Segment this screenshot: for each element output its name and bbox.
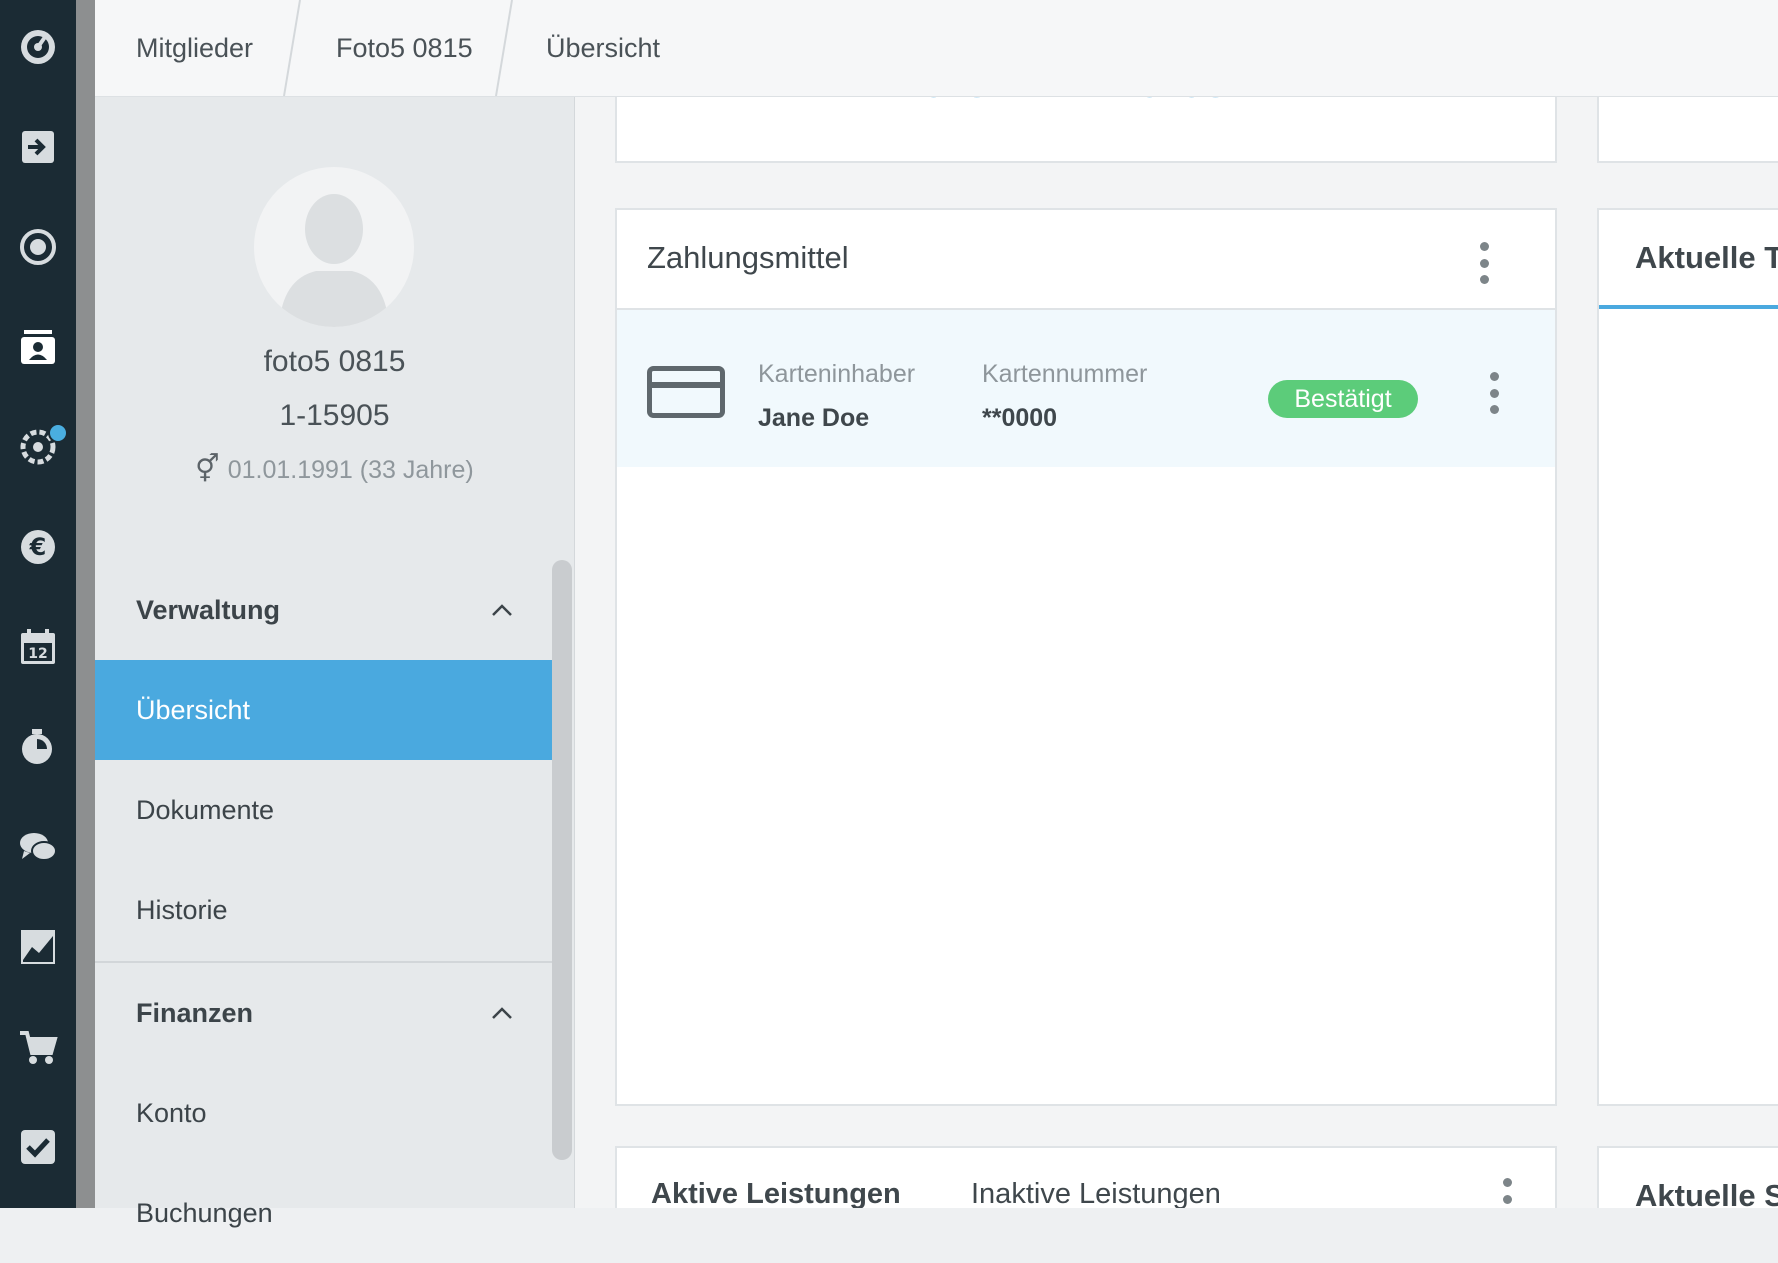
nav-item-label: Übersicht bbox=[136, 694, 251, 725]
tab-inactive-services[interactable]: Inaktive Leistungen bbox=[971, 1178, 1221, 1208]
breadcrumb-member-name[interactable]: Foto5 0815 bbox=[336, 0, 473, 96]
breadcrumb-members[interactable]: Mitglieder bbox=[136, 0, 253, 96]
main-content: AUFGABE HINZUFÜGEN Zahlungsmittel Karten… bbox=[575, 97, 1778, 1208]
breadcrumb: Mitglieder Foto5 0815 Übersicht bbox=[95, 0, 1778, 97]
row-more-options-icon[interactable] bbox=[1484, 372, 1504, 414]
sidebar-scrollbar[interactable] bbox=[552, 560, 572, 1160]
timer-icon[interactable] bbox=[0, 717, 76, 777]
notification-dot bbox=[48, 423, 68, 443]
right-card-title: Aktuelle Te bbox=[1635, 240, 1778, 275]
record-icon[interactable] bbox=[0, 217, 76, 277]
card-holder-value: Jane Doe bbox=[758, 404, 870, 432]
card-title: Zahlungsmittel bbox=[647, 240, 849, 275]
avatar bbox=[254, 167, 414, 327]
breadcrumb-current: Übersicht bbox=[546, 33, 661, 63]
nav-item-konto[interactable]: Konto bbox=[95, 1063, 552, 1163]
active-tab-underline bbox=[1599, 305, 1778, 309]
services-card: Aktive Leistungen Inaktive Leistungen bbox=[615, 1146, 1557, 1208]
birthdate-text: 01.01.1991 (33 Jahre) bbox=[227, 456, 474, 484]
payment-methods-card: Zahlungsmittel Karteninhaber Jane Doe Ka… bbox=[615, 208, 1557, 1106]
card-number-value: **0000 bbox=[982, 404, 1058, 432]
app-nav-rail: € 12 bbox=[0, 0, 76, 1208]
status-badge: Bestätigt bbox=[1268, 380, 1418, 418]
nav-section-verwaltung[interactable]: Verwaltung bbox=[95, 560, 552, 660]
nav-section-finanzen[interactable]: Finanzen bbox=[95, 963, 552, 1063]
euro-icon[interactable]: € bbox=[0, 517, 76, 577]
checkbox-icon[interactable] bbox=[0, 1117, 76, 1177]
gender-icon: ⚥ bbox=[195, 454, 220, 484]
svg-text:€: € bbox=[29, 533, 47, 561]
rail-scrollbar[interactable] bbox=[76, 0, 95, 1208]
card-number-label: Kartennummer bbox=[982, 360, 1148, 388]
nav-item-label: Dokumente bbox=[136, 794, 275, 825]
nav-item-uebersicht[interactable]: Übersicht bbox=[95, 660, 552, 760]
services-more-options-icon[interactable] bbox=[1497, 1178, 1517, 1208]
breadcrumb-separator bbox=[283, 0, 301, 96]
tasks-card: AUFGABE HINZUFÜGEN bbox=[615, 97, 1557, 163]
svg-text:12: 12 bbox=[28, 646, 47, 662]
members-icon[interactable] bbox=[0, 317, 76, 377]
credit-card-icon bbox=[647, 366, 725, 418]
chevron-up-icon bbox=[492, 1007, 512, 1019]
tab-active-services[interactable]: Aktive Leistungen bbox=[651, 1178, 901, 1208]
nav-item-historie[interactable]: Historie bbox=[95, 860, 552, 960]
card-holder-label: Karteninhaber bbox=[758, 360, 916, 388]
profile-sidebar: foto5 0815 1-15905 ⚥ 01.01.1991 (33 Jahre… bbox=[95, 97, 575, 1228]
member-name: foto5 0815 bbox=[263, 345, 406, 378]
payment-method-row[interactable]: Karteninhaber Jane Doe Kartennummer **00… bbox=[617, 310, 1555, 467]
avatar-placeholder-icon bbox=[279, 194, 389, 327]
member-birthdate: ⚥ 01.01.1991 (33 Jahre) bbox=[95, 454, 574, 485]
cart-icon[interactable] bbox=[0, 1017, 76, 1077]
nav-item-dokumente[interactable]: Dokumente bbox=[95, 760, 552, 860]
calendar-icon[interactable]: 12 bbox=[0, 617, 76, 677]
gears-icon[interactable] bbox=[0, 417, 76, 477]
chat-icon[interactable] bbox=[0, 817, 76, 877]
right-bottom-title: Aktuelle St bbox=[1635, 1178, 1778, 1208]
chart-icon[interactable] bbox=[0, 917, 76, 977]
right-top-card bbox=[1597, 97, 1778, 163]
right-bottom-card: Aktuelle St bbox=[1597, 1146, 1778, 1208]
nav-section-label: Verwaltung bbox=[136, 594, 281, 625]
dashboard-icon[interactable] bbox=[0, 17, 76, 77]
nav-section-label: Finanzen bbox=[136, 997, 254, 1028]
chevron-up-icon bbox=[492, 604, 512, 616]
breadcrumb-separator bbox=[495, 0, 513, 96]
nav-item-label: Historie bbox=[136, 894, 228, 925]
nav-item-label: Buchungen bbox=[136, 1197, 273, 1228]
nav-item-label: Konto bbox=[136, 1097, 207, 1128]
right-info-card: Aktuelle Te bbox=[1597, 208, 1778, 1106]
add-task-button[interactable]: AUFGABE HINZUFÜGEN bbox=[617, 97, 1555, 105]
more-options-icon[interactable] bbox=[1474, 242, 1494, 284]
member-id: 1-15905 bbox=[279, 399, 390, 432]
nav-item-buchungen[interactable]: Buchungen bbox=[95, 1163, 552, 1263]
login-icon[interactable] bbox=[0, 117, 76, 177]
